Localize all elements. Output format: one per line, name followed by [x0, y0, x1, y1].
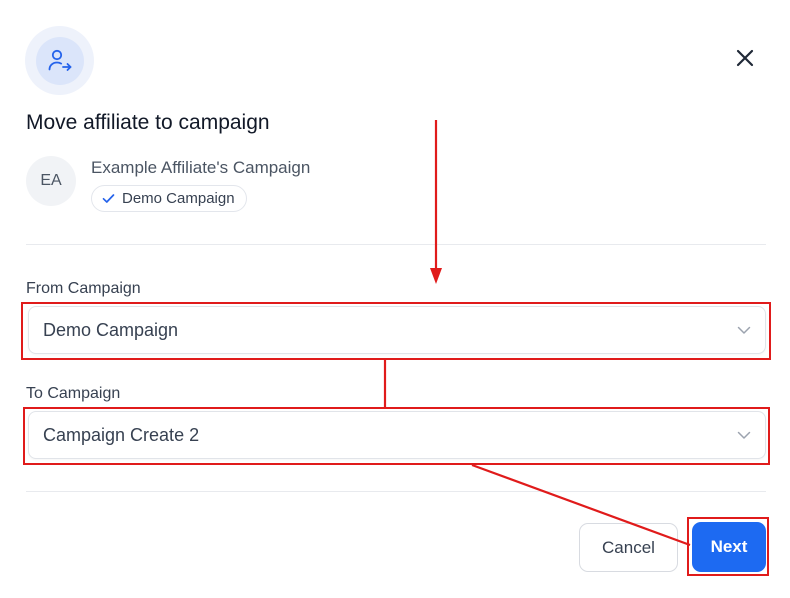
divider-bottom [26, 491, 766, 492]
move-user-icon-circle [35, 36, 84, 85]
highlight-next-button [687, 517, 769, 576]
avatar: EA [26, 156, 76, 206]
from-campaign-label: From Campaign [26, 280, 141, 297]
highlight-to-campaign [23, 407, 770, 465]
modal-title: Move affiliate to campaign [26, 111, 270, 134]
to-campaign-label: To Campaign [26, 385, 121, 402]
annotation-arrows [383, 120, 691, 547]
close-icon [736, 49, 754, 67]
campaign-badge: Demo Campaign [91, 185, 247, 212]
cancel-button[interactable]: Cancel [579, 523, 678, 572]
close-button[interactable] [731, 44, 759, 72]
user-arrow-right-icon [48, 49, 71, 71]
highlight-from-campaign [21, 302, 771, 360]
check-icon [102, 194, 115, 203]
modal-header-icon [25, 26, 94, 95]
down-arrow-head [430, 268, 442, 284]
affiliate-name: Example Affiliate's Campaign [91, 158, 311, 177]
divider-top [26, 244, 766, 245]
campaign-badge-label: Demo Campaign [122, 190, 235, 207]
